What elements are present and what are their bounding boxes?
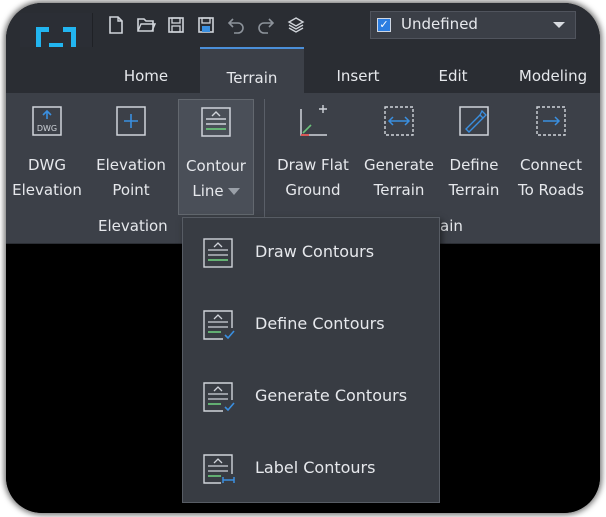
app-window: ✓ Undefined Home Terrain Insert Edit Mod… xyxy=(6,3,600,513)
new-file-icon[interactable] xyxy=(106,15,126,35)
group-label-terrain: ain xyxy=(440,217,463,235)
ribbon-tabs: Home Terrain Insert Edit Modeling xyxy=(6,47,600,93)
contour-line-icon xyxy=(201,107,231,137)
open-folder-icon[interactable] xyxy=(136,15,156,35)
draw-contours-icon xyxy=(203,238,233,268)
layer-visible-checkbox[interactable]: ✓ xyxy=(377,18,391,32)
save-as-icon[interactable] xyxy=(196,15,216,35)
group-label-elevation: Elevation xyxy=(98,217,168,235)
draw-flat-ground-label-1: Draw Flat xyxy=(277,156,349,174)
tab-home[interactable]: Home xyxy=(102,47,190,93)
contour-line-label-2: Line xyxy=(192,182,224,200)
menu-label-label-contours: Label Contours xyxy=(255,458,376,477)
connect-to-roads-icon xyxy=(536,106,566,136)
connect-to-roads-button[interactable]: Connect To Roads xyxy=(510,103,592,203)
generate-terrain-icon xyxy=(384,106,414,136)
menu-label-generate-contours: Generate Contours xyxy=(255,386,408,405)
menu-item-label-contours[interactable]: Label Contours xyxy=(183,434,439,506)
group-separator xyxy=(264,99,265,233)
menu-item-generate-contours[interactable]: Generate Contours xyxy=(183,362,439,434)
dwg-elevation-label-2: Elevation xyxy=(12,181,82,199)
define-terrain-icon xyxy=(459,106,489,136)
generate-contours-icon xyxy=(203,382,235,412)
define-terrain-label-1: Define xyxy=(449,156,499,174)
label-contours-icon xyxy=(203,454,235,484)
tab-terrain[interactable]: Terrain xyxy=(200,47,304,93)
define-terrain-label-2: Terrain xyxy=(448,181,500,199)
menu-item-draw-contours[interactable]: Draw Contours xyxy=(183,218,439,290)
tab-modeling[interactable]: Modeling xyxy=(506,47,600,93)
save-icon[interactable] xyxy=(166,15,186,35)
undo-icon[interactable] xyxy=(226,15,246,35)
tab-edit[interactable]: Edit xyxy=(410,47,496,93)
title-bar: ✓ Undefined xyxy=(6,3,600,93)
dwg-elevation-label-1: DWG xyxy=(27,156,66,174)
svg-text:DWG: DWG xyxy=(37,124,57,133)
elevation-point-label-2: Point xyxy=(112,181,150,199)
draw-flat-ground-button[interactable]: Draw Flat Ground xyxy=(270,103,356,203)
dwg-elevation-icon: DWG xyxy=(32,106,62,136)
generate-terrain-label-2: Terrain xyxy=(373,181,425,199)
layer-dropdown-value: Undefined xyxy=(401,15,478,33)
draw-flat-ground-label-2: Ground xyxy=(285,181,341,199)
menu-label-define-contours: Define Contours xyxy=(255,314,385,333)
menu-label-draw-contours: Draw Contours xyxy=(255,242,375,261)
define-contours-icon xyxy=(203,310,235,340)
elevation-point-label-1: Elevation xyxy=(96,156,166,174)
draw-flat-ground-icon xyxy=(300,105,327,136)
connect-to-roads-label-2: To Roads xyxy=(517,181,584,199)
connect-to-roads-label-1: Connect xyxy=(519,156,583,174)
dropdown-caret-icon xyxy=(227,188,240,195)
dwg-elevation-button[interactable]: DWG DWG Elevation xyxy=(12,103,82,203)
contour-line-label-1: Contour xyxy=(186,157,246,175)
layers-icon[interactable] xyxy=(286,15,306,35)
generate-terrain-button[interactable]: Generate Terrain xyxy=(358,103,440,203)
chevron-down-icon xyxy=(553,22,565,28)
tab-insert[interactable]: Insert xyxy=(312,47,404,93)
define-terrain-button[interactable]: Define Terrain xyxy=(442,103,506,203)
elevation-point-button[interactable]: Elevation Point xyxy=(90,103,172,203)
contour-line-button[interactable]: Contour Line xyxy=(178,99,254,215)
contour-line-dropdown-menu: Draw Contours Define Contours Generate C… xyxy=(182,217,440,503)
generate-terrain-label-1: Generate xyxy=(363,156,435,174)
elevation-point-icon xyxy=(116,106,146,136)
layer-dropdown[interactable]: ✓ Undefined xyxy=(370,11,576,39)
menu-item-define-contours[interactable]: Define Contours xyxy=(183,290,439,362)
redo-icon[interactable] xyxy=(256,15,276,35)
